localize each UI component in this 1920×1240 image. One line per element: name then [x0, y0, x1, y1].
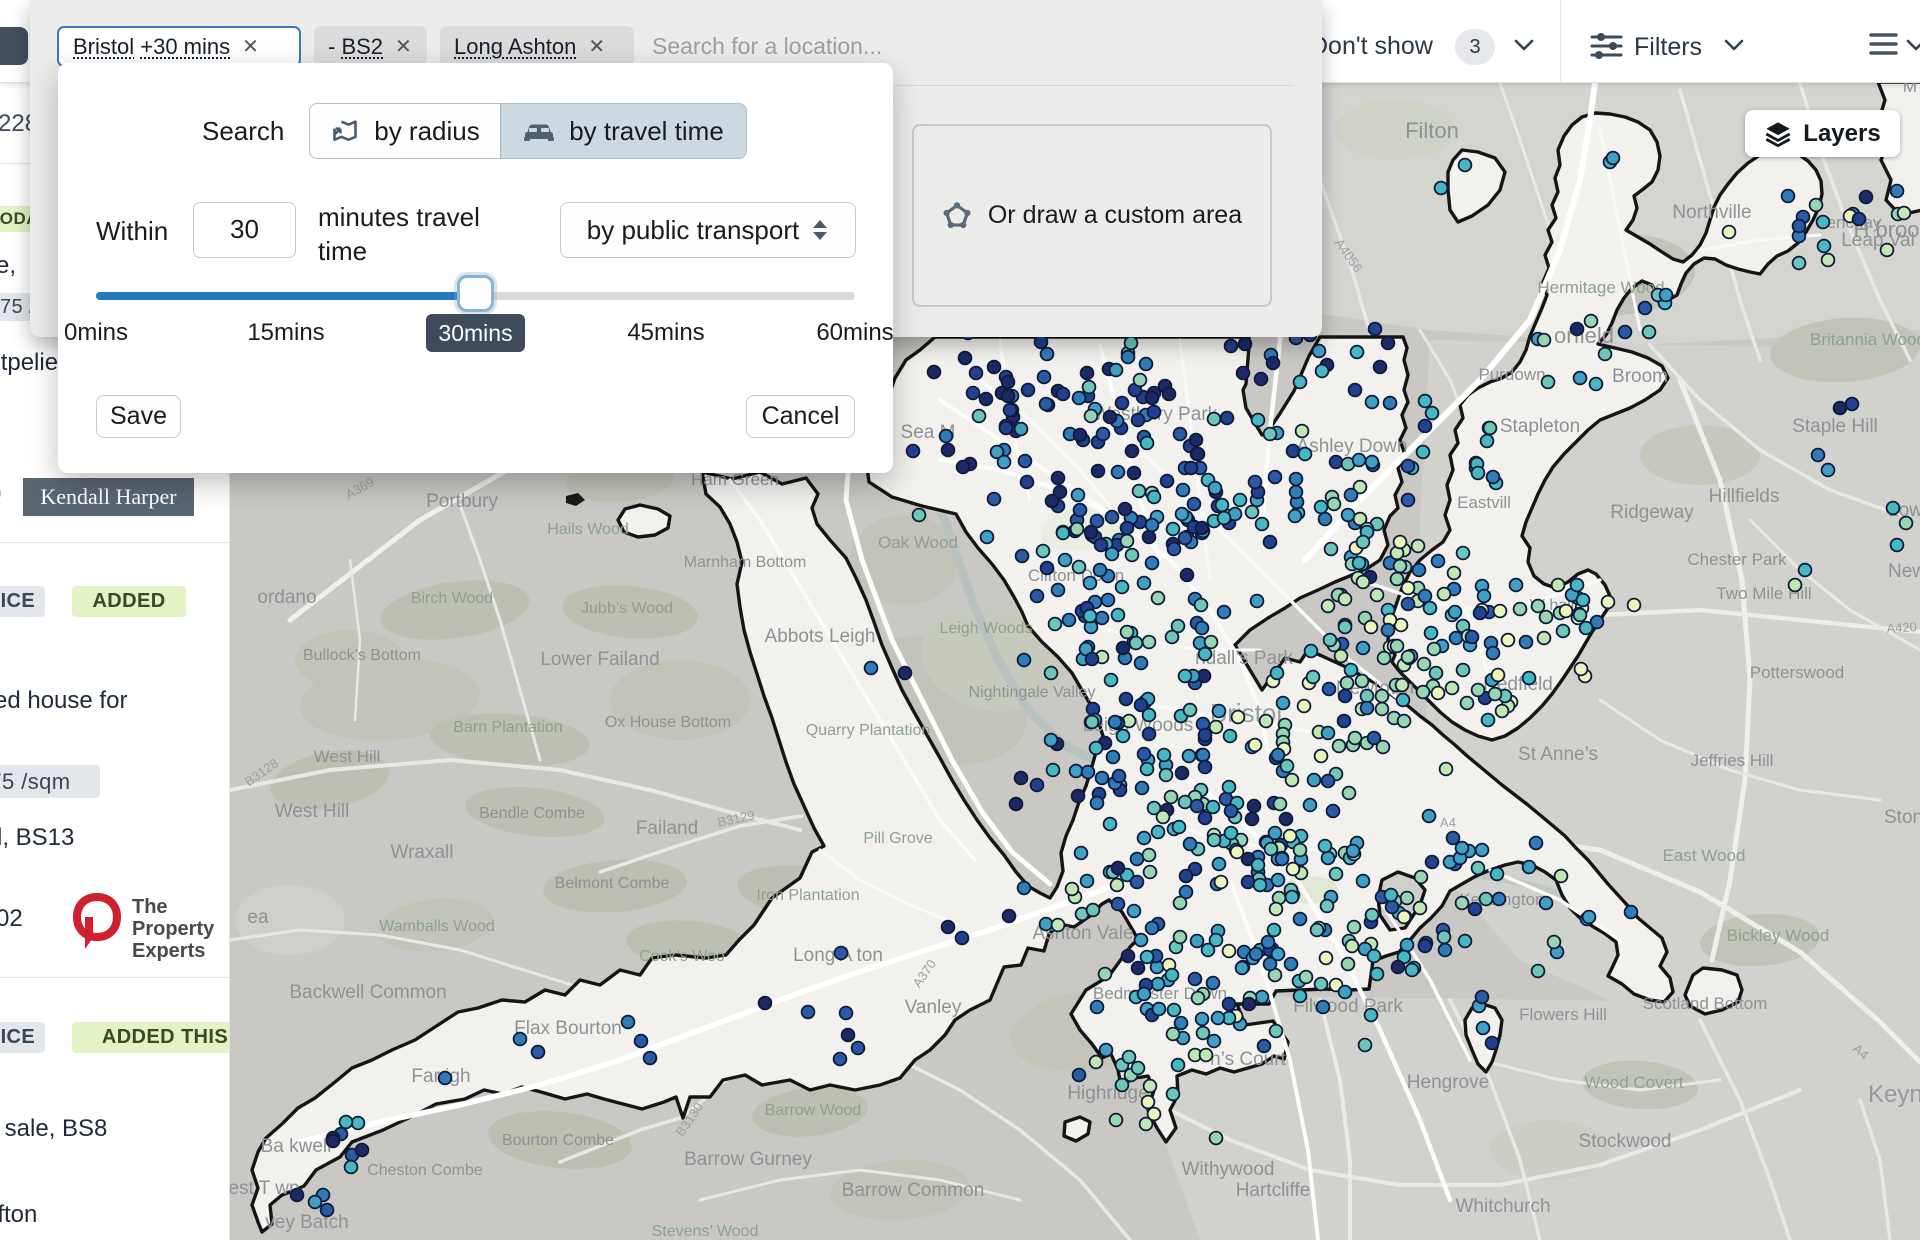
svg-text:Withywood: Withywood: [1182, 1159, 1275, 1180]
svg-text:West Hill: West Hill: [275, 801, 350, 822]
svg-text:A4: A4: [1440, 815, 1456, 830]
svg-text:M: M: [1903, 83, 1917, 96]
svg-text:Ba kwell: Ba kwell: [261, 1136, 332, 1157]
svg-text:Iron Plantation: Iron Plantation: [756, 887, 859, 904]
svg-text:Bourton Combe: Bourton Combe: [502, 1132, 614, 1149]
svg-text:A420: A420: [1886, 619, 1917, 636]
svg-text:Barn Plantation: Barn Plantation: [453, 719, 562, 736]
svg-text:ea: ea: [247, 907, 269, 928]
svg-text:East Wood: East Wood: [1663, 846, 1746, 865]
svg-text:Nightingale Valley: Nightingale Valley: [969, 684, 1096, 701]
svg-text:Bullock’s Bottom: Bullock’s Bottom: [303, 647, 421, 664]
svg-text:Ridgeway: Ridgeway: [1610, 502, 1694, 523]
svg-text:Lower Failand: Lower Failand: [540, 649, 659, 670]
svg-text:Ox House Bottom: Ox House Bottom: [605, 714, 731, 731]
svg-text:Bendle Combe: Bendle Combe: [479, 805, 585, 822]
svg-text:Staple Hill: Staple Hill: [1792, 416, 1878, 437]
svg-text:Ashley Down: Ashley Down: [1297, 436, 1408, 457]
svg-text:Oak Wood: Oak Wood: [878, 533, 958, 552]
svg-text:Abbots Leigh: Abbots Leigh: [765, 626, 876, 647]
svg-text:Hermitage Wood: Hermitage Wood: [1537, 278, 1664, 297]
svg-text:Barrow Common: Barrow Common: [842, 1180, 985, 1201]
svg-text:Hengrove: Hengrove: [1407, 1072, 1489, 1093]
svg-text:Hillfields: Hillfields: [1709, 486, 1780, 507]
svg-text:vey Batch: vey Batch: [265, 1212, 348, 1233]
svg-text:Cheston Combe: Cheston Combe: [367, 1162, 483, 1179]
svg-text:Hails Wood: Hails Wood: [547, 521, 629, 538]
svg-text:Stapleton: Stapleton: [1500, 416, 1580, 437]
svg-text:Whitchurch: Whitchurch: [1455, 1196, 1550, 1217]
svg-text:Jubb’s Wood: Jubb’s Wood: [581, 600, 673, 617]
svg-text:Failand: Failand: [636, 818, 698, 839]
svg-text:Flax Bourton: Flax Bourton: [514, 1018, 622, 1039]
svg-text:Highridge: Highridge: [1067, 1083, 1148, 1104]
svg-text:Chester Park: Chester Park: [1687, 550, 1787, 569]
svg-text:Jeffries Hill: Jeffries Hill: [1691, 751, 1774, 770]
svg-text:est T wn: est T wn: [230, 1178, 300, 1199]
svg-text:Cook’s Woo: Cook’s Woo: [639, 948, 725, 965]
svg-text:Flowers Hill: Flowers Hill: [1519, 1005, 1607, 1024]
svg-text:Northville: Northville: [1672, 202, 1751, 223]
svg-text:Hartcliffe: Hartcliffe: [1236, 1180, 1311, 1201]
svg-text:Vanley: Vanley: [905, 997, 962, 1018]
svg-text:Stone Hill: Stone Hill: [1884, 807, 1920, 828]
svg-text:Birch Wood: Birch Wood: [411, 590, 493, 607]
svg-text:St Anne’s: St Anne’s: [1518, 744, 1598, 765]
svg-text:New Che: New Che: [1888, 561, 1920, 582]
svg-text:Bickley Wood: Bickley Wood: [1727, 926, 1830, 945]
svg-text:Quarry Plantation: Quarry Plantation: [806, 722, 931, 739]
svg-text:Wraxall: Wraxall: [391, 842, 454, 863]
svg-text:Stevens’ Wood: Stevens’ Wood: [652, 1223, 759, 1240]
svg-text:n’s Court: n’s Court: [1210, 1049, 1286, 1070]
svg-text:ordano: ordano: [257, 587, 316, 608]
svg-text:Scotland Bottom: Scotland Bottom: [1643, 994, 1768, 1013]
svg-text:Broom: Broom: [1612, 366, 1668, 387]
svg-text:Leigh Woods: Leigh Woods: [939, 620, 1032, 637]
svg-text:Barrow Gurney: Barrow Gurney: [684, 1149, 812, 1170]
svg-text:Filwood Park: Filwood Park: [1293, 996, 1403, 1017]
svg-text:Marnham Bottom: Marnham Bottom: [684, 554, 807, 571]
svg-text:Barrow Wood: Barrow Wood: [765, 1102, 862, 1119]
svg-text:Pill Grove: Pill Grove: [863, 830, 932, 847]
svg-text:Eastvill: Eastvill: [1457, 493, 1511, 512]
svg-text:Purdown: Purdown: [1478, 365, 1545, 384]
svg-text:Filton: Filton: [1405, 118, 1459, 143]
svg-text:Stockwood: Stockwood: [1579, 1131, 1672, 1152]
svg-text:orfield: orfield: [1554, 323, 1614, 348]
svg-text:Portbury: Portbury: [426, 491, 498, 512]
svg-text:Backwell Common: Backwell Common: [289, 982, 446, 1003]
svg-text:Potterswood: Potterswood: [1750, 663, 1845, 682]
svg-text:Keynsha: Keynsha: [1868, 1081, 1920, 1108]
svg-text:West Hill: West Hill: [314, 747, 381, 766]
svg-text:Britannia Wood: Britannia Wood: [1810, 330, 1920, 349]
svg-text:Wood Covert: Wood Covert: [1585, 1073, 1684, 1092]
svg-text:Wamballs Wood: Wamballs Wood: [379, 918, 495, 935]
svg-text:Belmont Combe: Belmont Combe: [555, 875, 670, 892]
